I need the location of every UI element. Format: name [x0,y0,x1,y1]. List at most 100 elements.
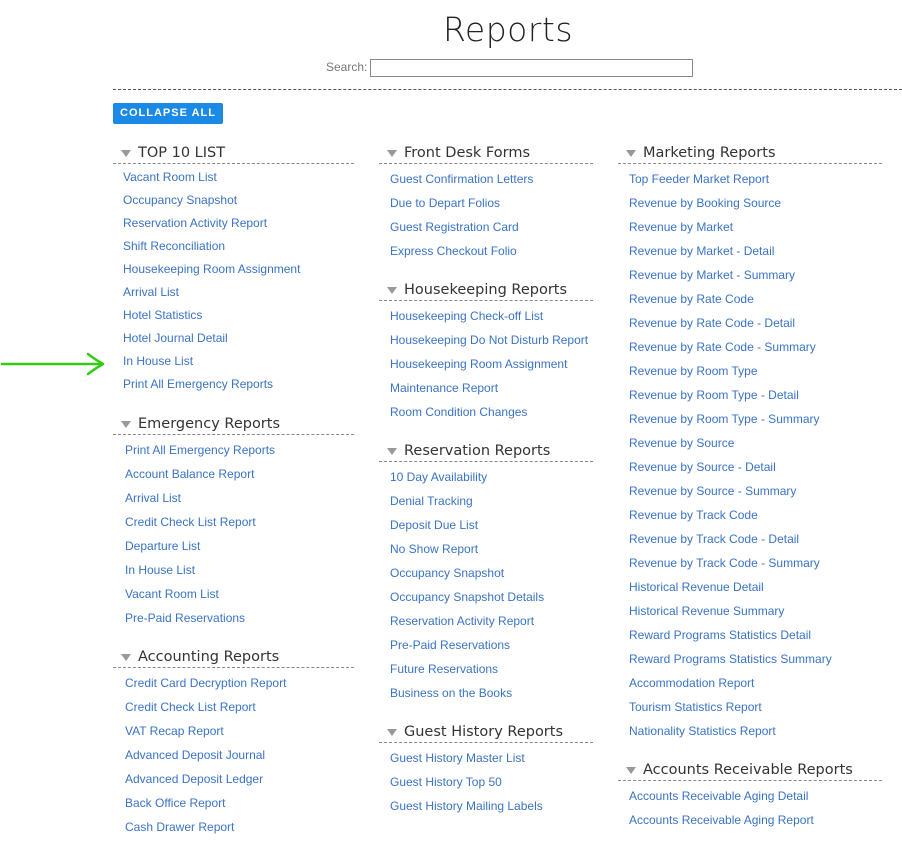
report-link[interactable]: Guest History Mailing Labels [390,800,543,824]
report-link[interactable]: Deposit Due List [390,519,544,543]
report-link[interactable]: Reservation Activity Report [390,615,544,639]
report-link[interactable]: Credit Check List Report [125,516,275,540]
section-title[interactable]: Guest History Reports [404,724,563,740]
report-link[interactable]: Credit Card Decryption Report [125,677,286,701]
report-link[interactable]: Arrival List [123,286,300,309]
report-link[interactable]: Print All Emergency Reports [125,444,275,468]
report-link[interactable]: Print All Emergency Reports [123,378,300,401]
section-header[interactable]: Emergency Reports [113,416,354,435]
report-link[interactable]: Historical Revenue Summary [629,605,832,629]
report-link[interactable]: Reward Programs Statistics Summary [629,653,832,677]
section-title[interactable]: Accounts Receivable Reports [643,762,853,778]
collapse-triangle-icon[interactable] [121,654,131,661]
report-link[interactable]: Guest Registration Card [390,221,533,245]
search-input[interactable] [370,59,693,77]
report-link[interactable]: Arrival List [125,492,275,516]
collapse-triangle-icon[interactable] [626,150,636,157]
report-link[interactable]: Account Balance Report [125,468,275,492]
report-link[interactable]: Due to Depart Folios [390,197,533,221]
report-link[interactable]: Housekeeping Room Assignment [390,358,588,382]
report-link[interactable]: Guest Confirmation Letters [390,173,533,197]
report-link[interactable]: Accommodation Report [629,677,832,701]
report-link[interactable]: Room Condition Changes [390,406,588,430]
report-link[interactable]: Pre-Paid Reservations [390,639,544,663]
report-link[interactable]: Revenue by Source [629,437,832,461]
section-header[interactable]: Housekeeping Reports [379,282,593,301]
report-link[interactable]: Guest History Master List [390,752,543,776]
section-header[interactable]: Reservation Reports [379,443,593,462]
report-link[interactable]: Occupancy Snapshot [123,194,300,217]
report-link[interactable]: Maintenance Report [390,382,588,406]
report-link[interactable]: Vacant Room List [125,588,275,612]
report-link[interactable]: Revenue by Source - Detail [629,461,832,485]
section-header[interactable]: Marketing Reports [618,145,882,164]
report-link[interactable]: Advanced Deposit Journal [125,749,286,773]
report-link[interactable]: Denial Tracking [390,495,544,519]
report-link[interactable]: No Show Report [390,543,544,567]
section-title[interactable]: Reservation Reports [404,443,550,459]
report-link[interactable]: Shift Reconciliation [123,240,300,263]
report-link[interactable]: Cash Drawer Report [125,821,286,845]
report-link[interactable]: Hotel Journal Detail [123,332,300,355]
report-link[interactable]: Housekeeping Room Assignment [123,263,300,286]
report-link[interactable]: Housekeeping Do Not Disturb Report [390,334,588,358]
report-link[interactable]: Top Feeder Market Report [629,173,832,197]
report-link[interactable]: Revenue by Market - Summary [629,269,832,293]
section-header[interactable]: Guest History Reports [379,724,593,743]
section-title[interactable]: TOP 10 LIST [138,145,225,161]
report-link[interactable]: Revenue by Market - Detail [629,245,832,269]
collapse-triangle-icon[interactable] [387,150,397,157]
report-link[interactable]: VAT Recap Report [125,725,286,749]
report-link[interactable]: Accounts Receivable Aging Detail [629,790,814,814]
collapse-triangle-icon[interactable] [626,767,636,774]
report-link[interactable]: Nationality Statistics Report [629,725,832,749]
section-title[interactable]: Accounting Reports [138,649,279,665]
report-link[interactable]: Revenue by Market [629,221,832,245]
report-link[interactable]: Revenue by Track Code - Detail [629,533,832,557]
collapse-triangle-icon[interactable] [387,287,397,294]
report-link[interactable]: Express Checkout Folio [390,245,533,269]
report-link[interactable]: Revenue by Rate Code - Summary [629,341,832,365]
report-link[interactable]: Advanced Deposit Ledger [125,773,286,797]
section-header[interactable]: Accounts Receivable Reports [618,762,882,781]
report-link[interactable]: In House List [125,564,275,588]
report-link[interactable]: Revenue by Room Type - Detail [629,389,832,413]
report-link[interactable]: Accounts Receivable Aging Report [629,814,814,838]
section-header[interactable]: TOP 10 LIST [113,145,354,164]
section-header[interactable]: Front Desk Forms [379,145,593,164]
collapse-triangle-icon[interactable] [121,421,131,428]
report-link[interactable]: Revenue by Rate Code [629,293,832,317]
report-link[interactable]: Reservation Activity Report [123,217,300,240]
report-link[interactable]: 10 Day Availability [390,471,544,495]
report-link[interactable]: In House List [123,355,300,378]
section-title[interactable]: Marketing Reports [643,145,776,161]
report-link[interactable]: Revenue by Booking Source [629,197,832,221]
report-link[interactable]: Historical Revenue Detail [629,581,832,605]
report-link[interactable]: Reward Programs Statistics Detail [629,629,832,653]
report-link[interactable]: Credit Check List Report [125,701,286,725]
report-link[interactable]: Pre-Paid Reservations [125,612,275,636]
report-link[interactable]: Revenue by Room Type - Summary [629,413,832,437]
collapse-all-button[interactable]: COLLAPSE ALL [113,103,223,124]
report-link[interactable]: Guest History Top 50 [390,776,543,800]
report-link[interactable]: Housekeeping Check-off List [390,310,588,334]
report-link[interactable]: Back Office Report [125,797,286,821]
report-link[interactable]: Occupancy Snapshot Details [390,591,544,615]
report-link[interactable]: Hotel Statistics [123,309,300,332]
report-link[interactable]: Vacant Room List [123,171,300,194]
collapse-triangle-icon[interactable] [387,729,397,736]
report-link[interactable]: Revenue by Track Code - Summary [629,557,832,581]
report-link[interactable]: Departure List [125,540,275,564]
section-header[interactable]: Accounting Reports [113,649,354,668]
report-link[interactable]: Revenue by Room Type [629,365,832,389]
report-link[interactable]: Tourism Statistics Report [629,701,832,725]
collapse-triangle-icon[interactable] [121,150,131,157]
report-link[interactable]: Occupancy Snapshot [390,567,544,591]
report-link[interactable]: Revenue by Rate Code - Detail [629,317,832,341]
report-link[interactable]: Future Reservations [390,663,544,687]
collapse-triangle-icon[interactable] [387,448,397,455]
section-title[interactable]: Housekeeping Reports [404,282,567,298]
section-title[interactable]: Emergency Reports [138,416,280,432]
report-link[interactable]: Revenue by Source - Summary [629,485,832,509]
section-title[interactable]: Front Desk Forms [404,145,530,161]
